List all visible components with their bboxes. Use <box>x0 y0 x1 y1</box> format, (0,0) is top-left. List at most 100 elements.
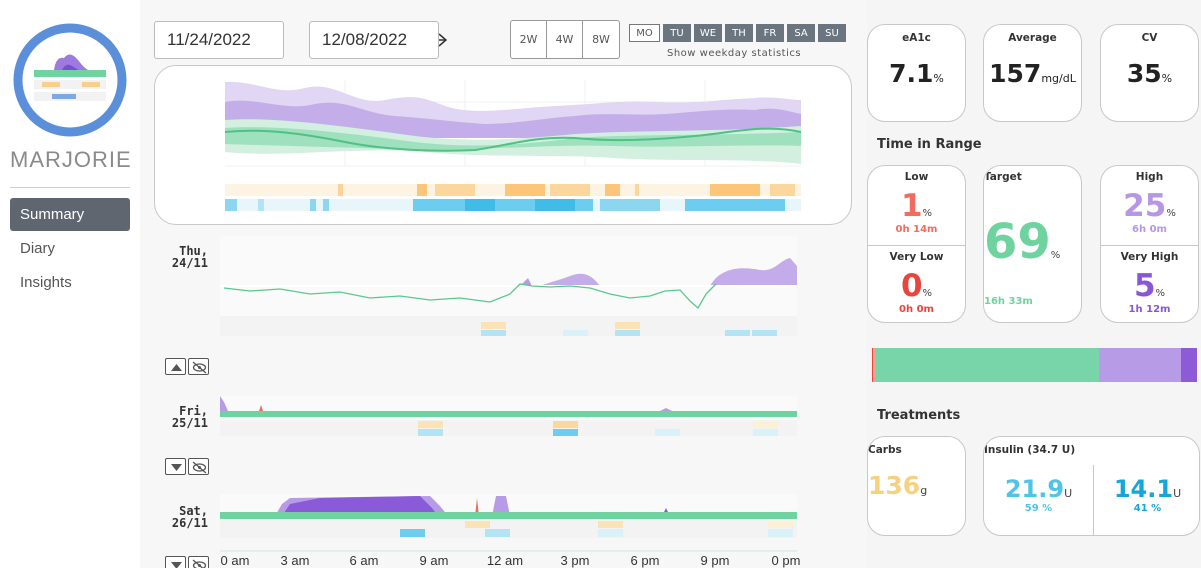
user-name: MARJORIE <box>10 147 132 172</box>
weekday-fr-button[interactable]: FR <box>756 24 784 42</box>
bolus-value: 14.1 <box>1113 475 1174 503</box>
day-label-sat: Sat, 26/11 <box>140 505 208 529</box>
cv-unit: % <box>1161 72 1173 85</box>
basal-section: 21.9U 59 % <box>984 475 1093 514</box>
average-title: Average <box>1008 32 1057 44</box>
triangle-down-icon <box>171 464 182 471</box>
high-title: High <box>1135 171 1164 183</box>
basal-pct: 59 % <box>1024 503 1053 514</box>
weekday-stats-label[interactable]: Show weekday statistics <box>667 48 801 59</box>
insulin-card: Insulin (34.7 U) 21.9U 59 % 14.1U 41 % <box>983 436 1200 536</box>
x-tick: 9 pm <box>700 553 730 568</box>
eye-off-icon <box>192 461 207 474</box>
weekday-th-button[interactable]: TH <box>725 24 753 42</box>
user-avatar-logo[interactable] <box>12 22 128 138</box>
range-2w-button[interactable]: 2W <box>511 21 547 58</box>
target-time: 16h 33m <box>984 296 1033 307</box>
ea1c-value: 7.1 <box>889 59 934 88</box>
day-label-fri: Fri, 25/11 <box>140 405 208 429</box>
very-high-section: Very High 5% 1h 12m <box>1101 245 1198 322</box>
carbs-value-wrap: 136g <box>868 471 965 500</box>
day-chart-fri <box>220 396 797 436</box>
hide-day-button[interactable] <box>188 358 209 375</box>
very-high-pct-wrap: 5% <box>1101 268 1198 304</box>
weekday-filter: MO TU WE TH FR SA SU <box>629 24 846 42</box>
x-tick: 3 am <box>280 553 310 568</box>
weekday-su-button[interactable]: SU <box>818 24 846 42</box>
average-card: Average 157mg/dL <box>983 24 1082 122</box>
ea1c-title: eA1c <box>902 32 931 44</box>
nav-item-diary[interactable]: Diary <box>10 232 130 265</box>
very-high-time: 1h 12m <box>1128 304 1171 315</box>
tir-bar-segment-target <box>875 348 1100 382</box>
triangle-up-icon <box>171 364 182 371</box>
target-pct: 69 <box>984 214 1051 270</box>
cv-title: CV <box>1141 32 1158 44</box>
eye-off-icon <box>192 361 207 374</box>
stats-panel: eA1c 7.1% Average 157mg/dL CV 35% Time i… <box>867 0 1201 568</box>
x-tick: 0 am <box>220 553 250 568</box>
target-unit: % <box>1050 250 1061 261</box>
ea1c-value-wrap: 7.1% <box>868 59 965 88</box>
weekday-tu-button[interactable]: TU <box>663 24 691 42</box>
weekday-sa-button[interactable]: SA <box>787 24 815 42</box>
target-title: Target <box>984 171 1022 183</box>
high-range-card: High 25% 6h 0m Very High 5% 1h 12m <box>1100 165 1199 323</box>
range-selector: 2W 4W 8W <box>510 20 620 59</box>
end-date-input[interactable]: 12/08/2022 <box>309 21 439 59</box>
low-pct-wrap: 1% <box>868 188 965 224</box>
low-unit: % <box>922 208 933 219</box>
average-unit: mg/dL <box>1041 72 1076 85</box>
carbs-card: Carbs 136g <box>867 436 966 536</box>
low-time: 0h 14m <box>895 224 938 235</box>
bolus-value-wrap: 14.1U <box>1094 475 1199 503</box>
basal-value-wrap: 21.9U <box>984 475 1093 503</box>
day-date: 26/11 <box>171 516 208 530</box>
low-title: Low <box>904 171 929 183</box>
nav-item-summary[interactable]: Summary <box>10 198 130 231</box>
average-value: 157 <box>989 59 1042 88</box>
nav-item-insights[interactable]: Insights <box>10 266 130 299</box>
x-tick: 9 am <box>419 553 449 568</box>
x-tick: 6 pm <box>630 553 660 568</box>
ea1c-unit: % <box>933 72 944 85</box>
carbs-title: Carbs <box>868 444 902 456</box>
very-high-pct: 5 <box>1133 268 1156 304</box>
high-section: High 25% 6h 0m <box>1101 166 1198 245</box>
sidebar: MARJORIE Summary Diary Insights <box>0 0 140 568</box>
target-pct-wrap: 69% <box>984 214 1081 270</box>
day-chart-thu <box>220 236 797 336</box>
very-high-unit: % <box>1155 288 1166 299</box>
day-date: 24/11 <box>171 256 208 270</box>
high-time: 6h 0m <box>1132 224 1167 235</box>
cv-value-wrap: 35% <box>1101 59 1198 88</box>
weekday-mo-button[interactable]: MO <box>629 24 660 42</box>
range-4w-button[interactable]: 4W <box>547 21 583 58</box>
x-tick: 12 am <box>486 553 524 568</box>
start-date-input[interactable]: 11/24/2022 <box>154 21 284 59</box>
expand-down-button[interactable] <box>165 458 186 475</box>
very-low-time: 0h 0m <box>899 304 934 315</box>
day-chart-sat <box>220 494 797 538</box>
low-range-card: Low 1% 0h 14m Very Low 0% 0h 0m <box>867 165 966 323</box>
x-tick: 0 pm <box>771 553 801 568</box>
low-pct: 1 <box>900 188 923 224</box>
overview-chart <box>224 76 802 211</box>
range-8w-button[interactable]: 8W <box>583 21 619 58</box>
time-in-range-title: Time in Range <box>877 137 982 152</box>
cv-card: CV 35% <box>1100 24 1199 122</box>
day-date: 25/11 <box>171 416 208 430</box>
collapse-up-button[interactable] <box>165 358 186 375</box>
ea1c-card: eA1c 7.1% <box>867 24 966 122</box>
high-pct: 25 <box>1123 188 1167 224</box>
high-pct-wrap: 25% <box>1101 188 1198 224</box>
weekday-we-button[interactable]: WE <box>694 24 722 42</box>
very-high-title: Very High <box>1120 251 1179 263</box>
very-low-pct-wrap: 0% <box>868 268 965 304</box>
overview-chart-card <box>154 65 852 225</box>
day-label-thu: Thu, 24/11 <box>140 245 208 269</box>
main-panel: 11/24/2022 12/08/2022 2W 4W 8W MO TU WE … <box>140 0 867 568</box>
bolus-pct: 41 % <box>1133 503 1162 514</box>
carbs-unit: g <box>920 484 928 497</box>
hide-day-button[interactable] <box>188 458 209 475</box>
